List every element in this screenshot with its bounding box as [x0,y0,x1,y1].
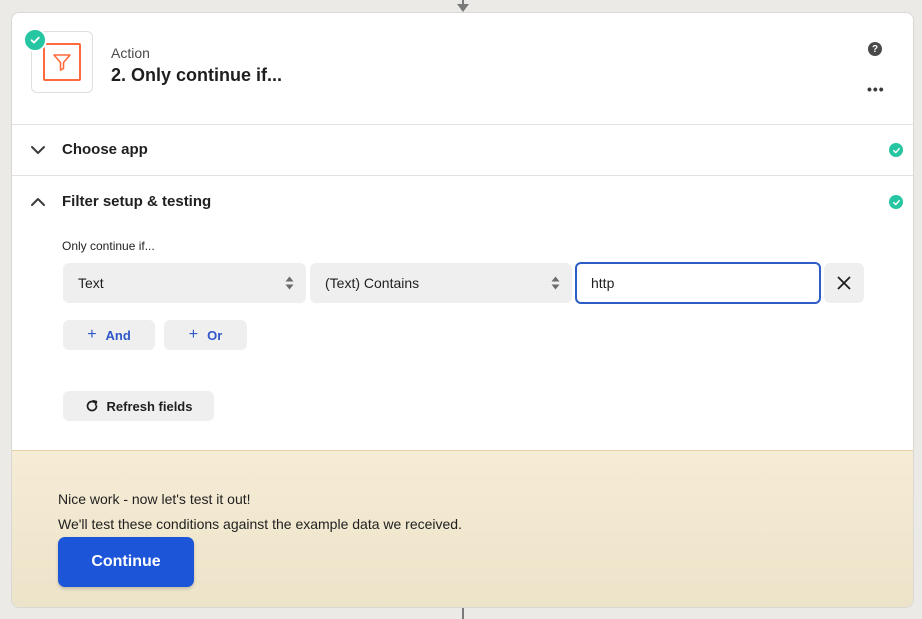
step-kind-label: Action [111,45,150,61]
operator-select-value: (Text) Contains [325,275,420,291]
section-label-choose-app: Choose app [62,141,148,158]
plus-icon: + [188,326,199,343]
section-label-filter-setup: Filter setup & testing [62,193,212,210]
or-button-label: Or [207,327,223,343]
field-select[interactable]: Text [63,263,306,303]
filter-icon [43,43,81,81]
sort-arrows-icon [551,276,560,290]
step-header[interactable]: Action 2. Only continue if... ? ••• [12,13,913,125]
refresh-icon [86,399,97,412]
step-complete-check-icon [23,28,47,52]
add-or-condition-button[interactable]: + Or [164,320,247,350]
chevron-up-icon [31,198,45,206]
refresh-fields-label: Refresh fields [106,398,193,414]
and-button-label: And [105,327,131,343]
filter-caption: Only continue if... [62,239,155,253]
step-card: Action 2. Only continue if... ? ••• Choo… [11,12,914,608]
remove-condition-button[interactable] [824,263,864,303]
field-select-value: Text [78,275,104,291]
section-filter-setup[interactable]: Filter setup & testing [12,176,913,227]
add-and-condition-button[interactable]: + And [63,320,155,350]
close-icon [837,276,851,290]
plus-icon: + [87,326,97,343]
connector-line-bottom [462,608,464,619]
question-icon[interactable]: ? [868,42,882,56]
continue-button[interactable]: Continue [58,537,194,587]
chevron-down-icon [31,146,45,154]
refresh-fields-button[interactable]: Refresh fields [63,391,214,421]
test-prompt-heading: Nice work - now let's test it out! [58,491,251,507]
test-prompt-description: We'll test these conditions against the … [58,516,462,532]
more-options-icon[interactable]: ••• [867,81,885,97]
connector-arrow-icon [457,4,469,12]
step-title: 2. Only continue if... [111,65,283,85]
operator-select[interactable]: (Text) Contains [310,263,572,303]
check-circle-icon [889,143,903,157]
check-circle-icon [889,195,903,209]
condition-value-input[interactable] [575,262,821,304]
test-prompt-panel: Nice work - now let's test it out! We'll… [12,450,913,607]
sort-arrows-icon [285,276,294,290]
section-choose-app[interactable]: Choose app [12,124,913,176]
